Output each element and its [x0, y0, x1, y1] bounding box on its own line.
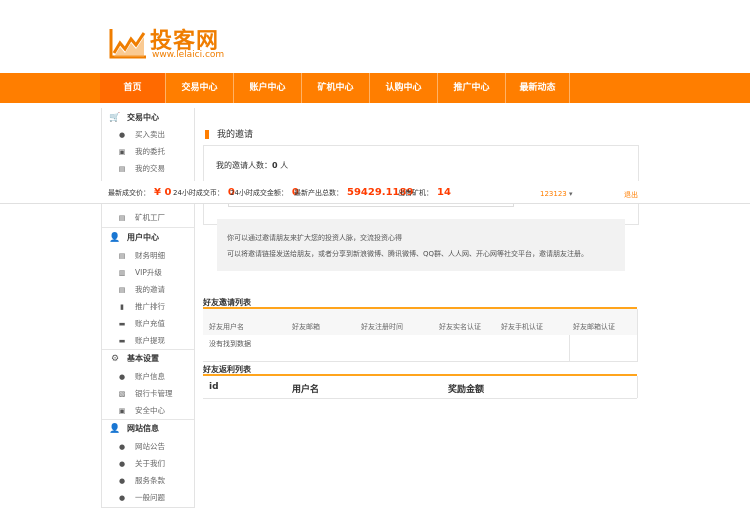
ticker-24h-volume: 24小时成交币： 0 — [173, 187, 235, 198]
sidebar-section-info: 👤 网站信息 — [109, 423, 159, 434]
card-icon: ▬ — [118, 320, 126, 328]
nav-account-center[interactable]: 账户中心 — [234, 73, 302, 103]
market-ticker: 最新成交价： ¥ 0 24小时成交币： 0 24小时成交金额： 0 最新产出总数： 59… — [0, 181, 750, 204]
nav-trade-center[interactable]: 交易中心 — [166, 73, 234, 103]
doc-icon: ▤ — [118, 165, 126, 173]
invite-count: 我的邀请人数：0 人 — [216, 161, 289, 170]
nav-promo-center[interactable]: 推广中心 — [438, 73, 506, 103]
sidebar-item-security[interactable]: ▣ 安全中心 — [118, 405, 165, 416]
ticker-miners-sold: 出售矿机： 14 — [398, 187, 451, 198]
user-icon: 👤 — [109, 423, 121, 434]
col-rebate-id: id — [209, 382, 219, 392]
cart-icon: 🛒 — [109, 112, 121, 123]
table-divider — [637, 309, 638, 362]
doc-icon: ▤ — [118, 286, 126, 294]
sidebar: 🛒 交易中心 ● 买入卖出 ▣ 我的委托 ▤ 我的交易 ▤ 矿机工厂 👤 用户中心 ▤ 财务明… — [101, 108, 195, 508]
rebate-table-bottom — [203, 398, 637, 399]
nav-latest-news[interactable]: 最新动态 — [506, 73, 570, 103]
col-friend-username: 好友用户名 — [209, 323, 244, 331]
nav-subscribe-center[interactable]: 认购中心 — [370, 73, 438, 103]
sidebar-item-my-trades[interactable]: ▤ 我的交易 — [118, 163, 165, 174]
friends-table-empty: 没有找到数据 — [209, 340, 251, 348]
col-friend-phone: 好友手机认证 — [501, 323, 543, 331]
doc-icon: ▤ — [118, 252, 126, 260]
col-friend-email: 好友邮箱 — [292, 323, 320, 331]
ticker-24h-amount: 24小时成交金额： 0 — [230, 187, 299, 198]
tip-line-2: 可以将邀请链接发送给朋友，或者分享到新浪微博、腾讯微博、QQ群、人人网、开心网等… — [227, 250, 589, 258]
sidebar-item-my-invites[interactable]: ▤ 我的邀请 — [118, 284, 165, 295]
logo-url: www.lelaici.com — [152, 50, 225, 60]
nav-miner-center[interactable]: 矿机中心 — [302, 73, 370, 103]
sidebar-item-miner-factory[interactable]: ▤ 矿机工厂 — [118, 212, 165, 223]
logo-chart-icon — [109, 29, 146, 59]
rebate-table-underline — [203, 374, 637, 376]
sidebar-item-bank-cards[interactable]: ▧ 银行卡管理 — [118, 388, 173, 399]
circle-icon: ● — [118, 460, 126, 468]
card-icon: ▬ — [118, 337, 126, 345]
circle-icon: ● — [118, 131, 126, 139]
invite-tip-box: 你可以通过邀请朋友来扩大您的投资人脉，交流投资心得 可以将邀请链接发送给朋友，或… — [217, 219, 625, 271]
friends-table-header: 好友用户名 好友邮箱 好友注册时间 好友实名认证 好友手机认证 好友邮箱认证 — [203, 309, 637, 335]
logout-link[interactable]: 退出 — [624, 190, 638, 200]
tip-line-1: 你可以通过邀请朋友来扩大您的投资人脉，交流投资心得 — [227, 234, 402, 242]
sidebar-item-account-info[interactable]: ● 账户信息 — [118, 371, 165, 382]
sidebar-divider — [102, 227, 194, 228]
table-divider — [637, 376, 638, 398]
user-menu[interactable]: 123123 ▾ — [540, 190, 572, 198]
circle-icon: ● — [118, 443, 126, 451]
sidebar-item-deposit[interactable]: ▬ 账户充值 — [118, 318, 165, 329]
sidebar-item-terms[interactable]: ● 服务条款 — [118, 475, 165, 486]
user-icon: 👤 — [109, 232, 121, 243]
circle-icon: ● — [118, 494, 126, 502]
col-rebate-amount: 奖励金额 — [448, 385, 485, 395]
lock-icon: ▣ — [118, 148, 126, 156]
sidebar-item-buy-sell[interactable]: ● 买入卖出 — [118, 129, 165, 140]
gear-icon: ⚙ — [110, 353, 120, 364]
sidebar-item-faq[interactable]: ● 一般问题 — [118, 492, 165, 503]
page-title: 我的邀请 — [205, 127, 253, 140]
doc-icon: ▤ — [118, 214, 126, 222]
sidebar-item-announcements[interactable]: ● 网站公告 — [118, 441, 165, 452]
user-icon: ● — [118, 373, 126, 381]
chevron-down-icon: ▾ — [568, 190, 573, 198]
sidebar-item-my-orders[interactable]: ▣ 我的委托 — [118, 146, 165, 157]
sidebar-section-settings: ⚙ 基本设置 — [110, 353, 159, 364]
site-header: 投客网 www.lelaici.com — [0, 0, 750, 73]
col-friend-register-time: 好友注册时间 — [361, 323, 403, 331]
ticker-total-output: 最新产出总数： 59429.1189 — [294, 187, 414, 198]
col-friend-email-verify: 好友邮箱认证 — [573, 323, 615, 331]
bookmark-icon: ▥ — [118, 269, 126, 277]
bar-chart-icon: ▮ — [120, 303, 124, 311]
shield-icon: ▣ — [118, 407, 126, 415]
sidebar-item-withdraw[interactable]: ▬ 账户提现 — [118, 335, 165, 346]
sidebar-divider — [102, 419, 194, 420]
nav-home[interactable]: 首页 — [100, 73, 166, 103]
edit-icon: ▧ — [118, 390, 126, 398]
sidebar-item-about[interactable]: ● 关于我们 — [118, 458, 165, 469]
main-nav: 首页 交易中心 账户中心 矿机中心 认购中心 推广中心 最新动态 — [0, 73, 750, 103]
sidebar-item-vip[interactable]: ▥ VIP升级 — [118, 267, 162, 278]
col-rebate-username: 用户名 — [292, 385, 320, 395]
table-divider — [569, 335, 570, 361]
sidebar-item-promo-rank[interactable]: ▮ 推广排行 — [118, 301, 165, 312]
sidebar-section-trade: 🛒 交易中心 — [109, 112, 159, 123]
main-content: 我的邀请 我的邀请人数：0 人 你可以通过邀请朋友来扩大您的投资人脉，交流投资心… — [193, 103, 750, 507]
col-friend-realname: 好友实名认证 — [439, 323, 481, 331]
friends-table-bottom — [203, 361, 637, 362]
title-marker — [205, 130, 209, 139]
sidebar-divider — [102, 349, 194, 350]
circle-icon: ● — [118, 477, 126, 485]
ticker-latest-price: 最新成交价： ¥ 0 — [108, 187, 172, 198]
sidebar-section-user: 👤 用户中心 — [109, 232, 159, 243]
sidebar-item-finance[interactable]: ▤ 财务明细 — [118, 250, 165, 261]
site-logo[interactable]: 投客网 www.lelaici.com — [108, 25, 248, 65]
